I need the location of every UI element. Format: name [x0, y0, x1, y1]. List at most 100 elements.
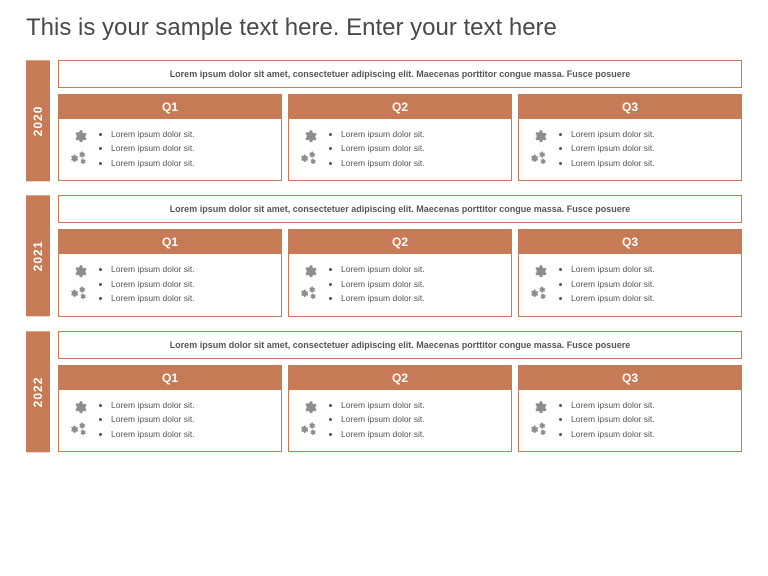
- quarter-cell: Q1 Lorem ipsum dolor sit.Lorem ipsum dol…: [58, 229, 282, 316]
- quarter-cell: Q1 Lorem ipsum dolor sit.Lorem ipsum dol…: [58, 94, 282, 181]
- bullet-item: Lorem ipsum dolor sit.: [571, 412, 735, 426]
- bullet-list: Lorem ipsum dolor sit.Lorem ipsum dolor …: [337, 262, 505, 305]
- quarters-row: Q1 Lorem ipsum dolor sit.Lorem ipsum dol…: [58, 229, 742, 316]
- quarter-header: Q2: [289, 95, 511, 119]
- quarters-row: Q1 Lorem ipsum dolor sit.Lorem ipsum dol…: [58, 94, 742, 181]
- bullet-item: Lorem ipsum dolor sit.: [111, 398, 275, 412]
- bullet-list: Lorem ipsum dolor sit.Lorem ipsum dolor …: [337, 398, 505, 441]
- year-summary: Lorem ipsum dolor sit amet, consectetuer…: [58, 195, 742, 223]
- bullet-list: Lorem ipsum dolor sit.Lorem ipsum dolor …: [337, 127, 505, 170]
- bullet-item: Lorem ipsum dolor sit.: [571, 277, 735, 291]
- bullet-list: Lorem ipsum dolor sit.Lorem ipsum dolor …: [107, 262, 275, 305]
- bullet-item: Lorem ipsum dolor sit.: [571, 141, 735, 155]
- year-tab: 2021: [26, 195, 50, 316]
- quarter-body: Lorem ipsum dolor sit.Lorem ipsum dolor …: [59, 390, 281, 451]
- bullet-item: Lorem ipsum dolor sit.: [341, 291, 505, 305]
- gear-icon: [72, 400, 87, 415]
- bullet-item: Lorem ipsum dolor sit.: [341, 141, 505, 155]
- icon-column: [525, 262, 553, 301]
- quarter-body: Lorem ipsum dolor sit.Lorem ipsum dolor …: [59, 119, 281, 180]
- page-title: This is your sample text here. Enter you…: [26, 14, 742, 42]
- quarter-body: Lorem ipsum dolor sit.Lorem ipsum dolor …: [289, 390, 511, 451]
- gear-icon: [72, 129, 87, 144]
- year-block: 2020 Lorem ipsum dolor sit amet, consecte…: [26, 60, 742, 181]
- icon-column: [65, 262, 93, 301]
- quarter-header: Q2: [289, 230, 511, 254]
- icon-column: [295, 127, 323, 166]
- bullet-item: Lorem ipsum dolor sit.: [571, 127, 735, 141]
- bullet-item: Lorem ipsum dolor sit.: [341, 156, 505, 170]
- year-tab: 2020: [26, 60, 50, 181]
- quarter-cell: Q3 Lorem ipsum dolor sit.Lorem ipsum dol…: [518, 229, 742, 316]
- gears-icon: [529, 150, 549, 166]
- gear-icon: [302, 400, 317, 415]
- quarter-cell: Q2 Lorem ipsum dolor sit.Lorem ipsum dol…: [288, 229, 512, 316]
- year-summary: Lorem ipsum dolor sit amet, consectetuer…: [58, 60, 742, 88]
- quarter-cell: Q3 Lorem ipsum dolor sit.Lorem ipsum dol…: [518, 94, 742, 181]
- year-content: Lorem ipsum dolor sit amet, consectetuer…: [58, 195, 742, 316]
- quarter-cell: Q2 Lorem ipsum dolor sit.Lorem ipsum dol…: [288, 94, 512, 181]
- quarter-body: Lorem ipsum dolor sit.Lorem ipsum dolor …: [289, 119, 511, 180]
- icon-column: [65, 127, 93, 166]
- bullet-item: Lorem ipsum dolor sit.: [111, 427, 275, 441]
- gears-icon: [529, 285, 549, 301]
- bullet-item: Lorem ipsum dolor sit.: [341, 398, 505, 412]
- bullet-item: Lorem ipsum dolor sit.: [341, 412, 505, 426]
- bullet-item: Lorem ipsum dolor sit.: [571, 262, 735, 276]
- year-block: 2022 Lorem ipsum dolor sit amet, consecte…: [26, 331, 742, 452]
- bullet-item: Lorem ipsum dolor sit.: [341, 262, 505, 276]
- bullet-item: Lorem ipsum dolor sit.: [341, 427, 505, 441]
- quarter-header: Q1: [59, 366, 281, 390]
- year-summary: Lorem ipsum dolor sit amet, consectetuer…: [58, 331, 742, 359]
- icon-column: [525, 127, 553, 166]
- bullet-item: Lorem ipsum dolor sit.: [571, 291, 735, 305]
- year-tab: 2022: [26, 331, 50, 452]
- quarter-header: Q3: [519, 366, 741, 390]
- gears-icon: [299, 285, 319, 301]
- icon-column: [65, 398, 93, 437]
- quarter-cell: Q3 Lorem ipsum dolor sit.Lorem ipsum dol…: [518, 365, 742, 452]
- quarter-header: Q1: [59, 95, 281, 119]
- bullet-list: Lorem ipsum dolor sit.Lorem ipsum dolor …: [567, 262, 735, 305]
- bullet-item: Lorem ipsum dolor sit.: [111, 291, 275, 305]
- quarters-row: Q1 Lorem ipsum dolor sit.Lorem ipsum dol…: [58, 365, 742, 452]
- gear-icon: [302, 264, 317, 279]
- quarter-body: Lorem ipsum dolor sit.Lorem ipsum dolor …: [59, 254, 281, 315]
- bullet-list: Lorem ipsum dolor sit.Lorem ipsum dolor …: [567, 127, 735, 170]
- quarter-header: Q3: [519, 230, 741, 254]
- year-block: 2021 Lorem ipsum dolor sit amet, consecte…: [26, 195, 742, 316]
- gear-icon: [532, 400, 547, 415]
- bullet-list: Lorem ipsum dolor sit.Lorem ipsum dolor …: [107, 398, 275, 441]
- icon-column: [295, 262, 323, 301]
- bullet-item: Lorem ipsum dolor sit.: [111, 262, 275, 276]
- gear-icon: [532, 129, 547, 144]
- icon-column: [525, 398, 553, 437]
- quarter-cell: Q1 Lorem ipsum dolor sit.Lorem ipsum dol…: [58, 365, 282, 452]
- quarter-body: Lorem ipsum dolor sit.Lorem ipsum dolor …: [519, 119, 741, 180]
- year-content: Lorem ipsum dolor sit amet, consectetuer…: [58, 60, 742, 181]
- bullet-item: Lorem ipsum dolor sit.: [111, 141, 275, 155]
- bullet-item: Lorem ipsum dolor sit.: [111, 277, 275, 291]
- quarter-header: Q3: [519, 95, 741, 119]
- bullet-item: Lorem ipsum dolor sit.: [111, 127, 275, 141]
- quarter-body: Lorem ipsum dolor sit.Lorem ipsum dolor …: [519, 390, 741, 451]
- gear-icon: [72, 264, 87, 279]
- gears-icon: [299, 421, 319, 437]
- bullet-item: Lorem ipsum dolor sit.: [111, 156, 275, 170]
- gear-icon: [302, 129, 317, 144]
- gear-icon: [532, 264, 547, 279]
- quarter-cell: Q2 Lorem ipsum dolor sit.Lorem ipsum dol…: [288, 365, 512, 452]
- bullet-item: Lorem ipsum dolor sit.: [341, 127, 505, 141]
- bullet-item: Lorem ipsum dolor sit.: [341, 277, 505, 291]
- bullet-list: Lorem ipsum dolor sit.Lorem ipsum dolor …: [107, 127, 275, 170]
- bullet-item: Lorem ipsum dolor sit.: [571, 156, 735, 170]
- bullet-item: Lorem ipsum dolor sit.: [111, 412, 275, 426]
- gears-icon: [69, 285, 89, 301]
- bullet-item: Lorem ipsum dolor sit.: [571, 398, 735, 412]
- gears-icon: [299, 150, 319, 166]
- quarter-body: Lorem ipsum dolor sit.Lorem ipsum dolor …: [289, 254, 511, 315]
- bullet-list: Lorem ipsum dolor sit.Lorem ipsum dolor …: [567, 398, 735, 441]
- bullet-item: Lorem ipsum dolor sit.: [571, 427, 735, 441]
- icon-column: [295, 398, 323, 437]
- gears-icon: [69, 150, 89, 166]
